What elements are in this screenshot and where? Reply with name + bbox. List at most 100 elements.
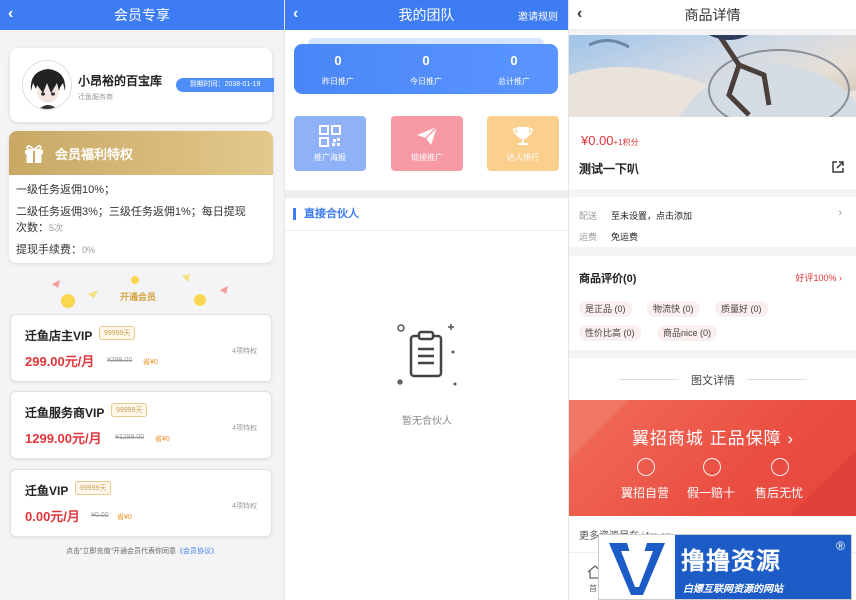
vip-days-badge: 99999天 [111,403,148,417]
benefits-header: 会员福利特权 [9,131,273,175]
benefit-line-2a: 二级任务返佣3%；三级任务返佣1%；每日提现 [16,206,246,218]
page-title: 会员专享 [114,7,170,23]
vip-card-1[interactable]: 迁鱼店主VIP 99999天 299.00元/月 ¥299.00 省¥0 4项特… [10,314,272,382]
vip-name: 迁鱼店主VIP [25,329,93,343]
watermark-logo: 撸撸资源 ® 白嫖互联网资源的网站 [598,534,852,600]
profile-card: 小昂裕的百宝库 迁鱼服务商 到期时间：2038-01-19 [10,48,274,122]
member-screen: ‹ 会员专享 小昂裕的百宝库 迁鱼服务商 到期时间：2038-01-19 会员福… [0,0,284,600]
benefit-line-3: 提现手续费：0% [16,244,96,256]
vip-privilege-count: 4项特权 [232,425,257,432]
banner-item: 翼招自营 [621,486,670,500]
vip-original-price: ¥1299.00 [115,434,145,441]
vip-original-price: ¥299.00 [107,357,133,364]
tab-home-label: 首 [589,584,597,593]
logo-icon [599,535,675,599]
vip-days-badge: 99999天 [99,326,136,340]
partner-title: 直接合伙人 [293,208,359,220]
page-title: 我的团队 [398,7,455,23]
shipping-row[interactable]: 配送 至未设置，点击添加 [579,209,692,222]
team-screen: ‹ 我的团队 邀请规则 0 昨日推广 0 今日推广 0 总计推广 推广海报 链接… [284,0,568,600]
agreement-text: 点击"立即充值"开通会员代表你同意《会员协议》 [66,548,218,555]
stat-total: 0 总计推广 [498,53,530,86]
tile-label: 链接推广 [411,153,443,162]
stat-yesterday: 0 昨日推广 [322,53,354,86]
vip-saving: 省¥0 [155,436,170,443]
vip-price: 1299.00元/月 [25,431,102,446]
profile-role: 迁鱼服务商 [78,94,113,101]
chevron-right-icon: › [838,207,842,219]
stat-today: 0 今日推广 [410,53,442,86]
stats-card: 0 昨日推广 0 今日推广 0 总计推广 [294,44,558,94]
vip-privilege-count: 4项特权 [232,503,257,510]
page-title: 商品详情 [684,6,741,23]
watermark-title: 撸撸资源 [681,548,781,575]
empty-state-text: 暂无合伙人 [402,416,452,427]
section-divider [285,190,568,198]
watermark-subtitle: 白嫖互联网资源的网站 [683,584,783,595]
price-section [569,117,856,189]
review-good-rate[interactable]: 好评100% › [795,271,842,284]
banner-title: 翼招商城 正品保障 › [631,429,795,448]
share-icon[interactable] [832,161,844,173]
back-icon[interactable]: ‹ [577,5,582,23]
product-detail-screen: ‹ 商品详情 ¥0.00+1积分 测试一下叭 配送 至未设置，点击添加 › 运费免… [568,0,856,600]
store-icon [637,458,655,476]
headset-icon [771,458,789,476]
tile-label: 达人排行 [507,153,539,162]
review-chip[interactable]: 质量好 (0) [715,301,768,317]
nav-bar: ‹ 会员专享 [0,0,284,30]
banner-item: 假一赔十 [687,486,736,500]
back-icon[interactable]: ‹ [8,5,13,23]
banner-item: 售后无忧 [755,486,804,500]
tile-link[interactable]: 链接推广 [391,116,463,171]
invite-rule-link[interactable]: 邀请规则 [518,8,558,23]
shield-icon [703,458,721,476]
review-chip[interactable]: 性价比高 (0) [579,325,641,341]
tile-ranking[interactable]: 达人排行 [487,116,559,171]
registered-mark: ® [836,539,845,553]
detail-title: 图文详情 [691,375,735,387]
tile-poster[interactable]: 推广海报 [294,116,366,171]
vip-saving: 省¥0 [117,514,132,521]
product-title: 测试一下叭 [579,162,640,176]
divider [285,230,568,231]
vip-card-2[interactable]: 迁鱼服务商VIP 99999天 1299.00元/月 ¥1299.00 省¥0 … [10,391,272,459]
benefit-line-1: 一级任务返佣10%； [16,184,116,196]
review-chip[interactable]: 商品nice (0) [657,325,718,341]
empty-clipboard-icon [397,324,457,386]
gift-icon [25,145,43,163]
review-chip[interactable]: 是正品 (0) [579,301,632,317]
vip-price: 0.00元/月 [25,509,80,524]
benefits-title: 会员福利特权 [55,146,134,162]
guarantee-banner: 翼招商城 正品保障 › 翼招自营 假一赔十 售后无忧 [569,400,856,516]
review-chip[interactable]: 物流快 (0) [647,301,700,317]
trophy-icon [513,127,533,145]
qrcode-icon [319,125,341,147]
product-image[interactable] [569,35,856,117]
vip-original-price: ¥0.00 [91,512,109,519]
vip-price: 299.00元/月 [25,354,95,369]
nav-bar: ‹ 我的团队 邀请规则 [285,0,568,30]
benefit-line-2b: 次数：5次 [16,222,64,234]
expire-badge: 到期时间：2038-01-19 [176,78,274,92]
review-title: 商品评价(0) [579,273,637,285]
avatar [22,60,72,110]
vip-name: 迁鱼VIP [25,484,69,498]
open-member-header: 开通会员 [40,270,240,310]
vip-saving: 省¥0 [143,359,158,366]
nav-bar: ‹ 商品详情 [569,0,856,30]
tile-label: 推广海报 [314,153,346,162]
paper-plane-icon [417,126,438,145]
agreement-link[interactable]: 《会员协议》 [176,548,218,555]
vip-privilege-count: 4项特权 [232,348,257,355]
open-member-label: 开通会员 [120,292,157,302]
fee-row: 运费 免运费 [579,232,639,242]
vip-days-badge: 99999天 [75,481,112,495]
back-icon[interactable]: ‹ [293,5,298,23]
vip-name: 迁鱼服务商VIP [25,406,105,420]
profile-name: 小昂裕的百宝库 [78,74,163,88]
vip-card-3[interactable]: 迁鱼VIP 99999天 0.00元/月 ¥0.00 省¥0 4项特权 [10,469,272,537]
partner-section [285,198,568,600]
product-price: ¥0.00+1积分 [581,133,639,148]
benefits-card: 会员福利特权 一级任务返佣10%； 二级任务返佣3%；三级任务返佣1%；每日提现… [9,131,273,263]
